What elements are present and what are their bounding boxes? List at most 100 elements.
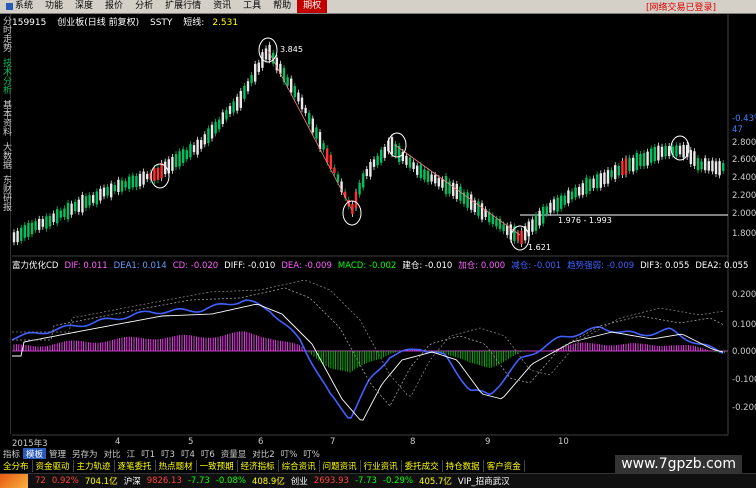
candle-body [300, 97, 304, 110]
function-tab[interactable]: 全分布 [0, 460, 33, 472]
candle-body [236, 96, 239, 111]
function-tab[interactable]: 热点题材 [156, 460, 197, 472]
axis-tick: 1.800 [732, 229, 756, 239]
candle-body [16, 230, 19, 243]
candle-body [506, 225, 509, 235]
status-value: 沪深 [123, 477, 141, 487]
function-tab[interactable]: 持仓数据 [443, 460, 484, 472]
function-tab[interactable]: 一致预期 [197, 460, 238, 472]
candle-body [599, 173, 602, 188]
function-tab[interactable]: 行业资讯 [361, 460, 402, 472]
candle-body [693, 151, 696, 166]
candle-body [95, 191, 98, 205]
candle-body [45, 216, 48, 229]
candle-body [714, 161, 718, 175]
function-tab[interactable]: 经济指标 [238, 460, 279, 472]
indicator-value: 趋势强弱: -0.009 [567, 261, 635, 271]
candle-body [556, 197, 559, 212]
candle-body [570, 191, 574, 200]
candle-body [660, 146, 664, 157]
candle-body [621, 160, 624, 176]
candle-body [128, 176, 131, 190]
x-axis-label: 5 [188, 437, 194, 447]
candle-body [196, 139, 199, 155]
indicator-value: DEA2: 0.055 [695, 261, 749, 271]
price-high-label: 3.845 [280, 45, 303, 54]
bottom-tab[interactable]: 资量显 [218, 448, 250, 460]
function-tab[interactable]: 客户资金 [484, 460, 525, 472]
candle-body [135, 176, 138, 188]
candle-body [218, 119, 221, 130]
axis-tick: 2.400 [732, 173, 756, 183]
candle-body [81, 194, 84, 213]
x-axis-label: 9 [485, 437, 491, 447]
candle-body [423, 169, 426, 180]
candle-body [477, 201, 480, 216]
function-tab[interactable]: 逐笔委托 [115, 460, 156, 472]
status-value: 704.1亿 [84, 477, 118, 487]
function-tab[interactable]: 资金驱动 [33, 460, 74, 472]
function-tab[interactable]: 问题资讯 [320, 460, 361, 472]
candle-body [106, 186, 109, 196]
candle-body [560, 195, 563, 209]
candle-body [333, 167, 336, 174]
candle-body [534, 214, 538, 231]
bottom-tab[interactable]: 叮1 [138, 448, 158, 460]
candle-body [171, 156, 174, 171]
candle-body [419, 164, 422, 178]
candle-body [383, 146, 386, 158]
candle-body [682, 144, 685, 158]
candle-body [146, 173, 149, 180]
candle-body [704, 158, 707, 171]
candle-body [707, 161, 710, 171]
bottom-tab[interactable]: 叮4 [178, 448, 198, 460]
bottom-tab[interactable]: 江 [124, 448, 139, 460]
indicator-value: CD: -0.020 [172, 261, 219, 271]
candle-body [574, 187, 577, 198]
candle-body [329, 154, 332, 169]
bottom-tab[interactable]: 叮% [278, 448, 301, 460]
candle-body [246, 81, 250, 92]
x-axis-label: 8 [410, 437, 416, 447]
candle-body [430, 174, 433, 182]
bottom-tab[interactable]: 叮% [300, 448, 323, 460]
axis-tick: 2.000 [732, 209, 756, 219]
function-tab[interactable]: 主力轨迹 [74, 460, 115, 472]
bottom-tab[interactable]: 另存为 [69, 448, 101, 460]
candle-body [23, 225, 26, 238]
candle-body [304, 107, 307, 114]
candle-body [675, 145, 678, 157]
candle-body [293, 86, 296, 98]
bottom-tab[interactable]: 叮6 [198, 448, 218, 460]
candle-body [369, 162, 372, 177]
broker-logo-icon [0, 474, 28, 488]
candle-body [297, 92, 300, 102]
bottom-tab[interactable]: 叮3 [158, 448, 178, 460]
candle-body [77, 199, 80, 212]
status-value: -7.73 [187, 476, 210, 486]
function-tab[interactable]: 委托成交 [402, 460, 443, 472]
candle-body [588, 179, 592, 192]
candle-body [632, 157, 635, 172]
candle-body [606, 170, 610, 184]
indicator-value: DEA: -0.009 [281, 261, 332, 271]
candle-body [156, 167, 160, 181]
function-tab[interactable]: 综合资讯 [279, 460, 320, 472]
chart-canvas[interactable]: 3.845 1.621 1.976 - 1.993 [0, 0, 756, 487]
indicator-value: DIF3: 0.055 [640, 261, 690, 271]
candle-body [358, 182, 361, 195]
candle-body [174, 154, 178, 168]
indicator-value: 富力优化CD [12, 261, 59, 271]
bottom-tab[interactable]: 指标 [0, 448, 23, 460]
candle-body [711, 160, 714, 172]
bottom-tab[interactable]: 对比 [101, 448, 124, 460]
status-value: 2693.93 [313, 476, 349, 486]
candle-body [639, 154, 642, 167]
bottom-tab[interactable]: 模板 [23, 448, 47, 460]
candle-body [185, 150, 188, 160]
bottom-tab[interactable]: 对比2 [249, 448, 277, 460]
candle-body [668, 146, 671, 157]
indicator-value: DEA1: 0.014 [113, 261, 167, 271]
candle-body [563, 195, 566, 205]
bottom-tab[interactable]: 管理 [46, 448, 69, 460]
